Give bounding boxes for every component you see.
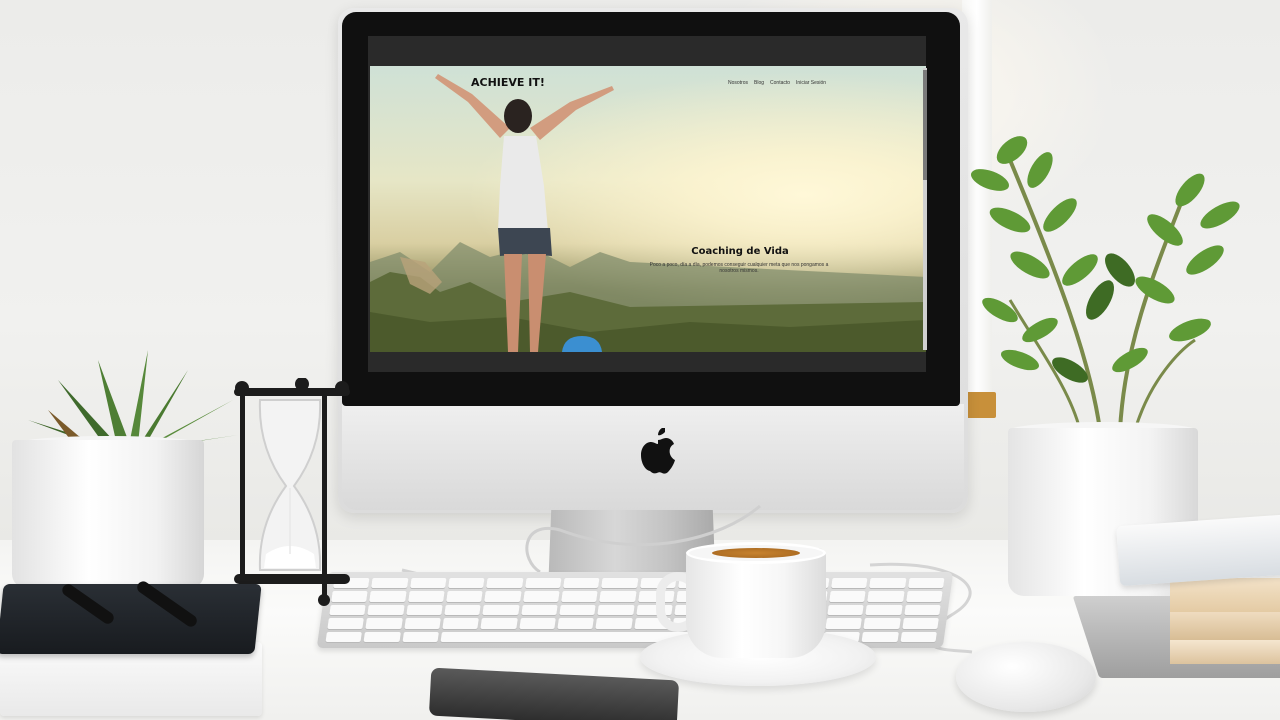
coffee-cup [686, 548, 826, 658]
apple-icon [638, 427, 678, 474]
book-stack-bottom [1170, 640, 1280, 664]
keyboard[interactable] [316, 572, 954, 648]
black-notebook [0, 584, 262, 654]
book-stack-middle [1170, 612, 1280, 640]
nav-item-login[interactable]: Iniciar Sesión [796, 80, 826, 86]
hero-subtitle: Poco a poco, día a día, podemos consegui… [649, 262, 829, 274]
coffee [712, 548, 800, 558]
mouse[interactable] [956, 642, 1096, 712]
hourglass [234, 378, 350, 606]
left-plant-pot [12, 440, 204, 588]
backpack [562, 336, 602, 352]
book-stack-top [1170, 578, 1280, 612]
zz-plant [970, 136, 1240, 431]
woman-silhouette [435, 74, 614, 352]
site-nav: Nosotros Blog Contacto Iniciar Sesión [728, 80, 826, 86]
nav-item-nosotros[interactable]: Nosotros [728, 80, 748, 86]
website-hero: ACHIEVE IT! Nosotros Blog Contacto Inici… [370, 66, 926, 352]
hero-heading: Coaching de Vida [691, 246, 789, 257]
site-logo[interactable]: ACHIEVE IT! [471, 76, 545, 89]
nav-item-blog[interactable]: Blog [754, 80, 764, 86]
open-book [1116, 513, 1280, 587]
nav-item-contacto[interactable]: Contacto [770, 80, 790, 86]
browser-scrollbar-thumb[interactable] [923, 70, 927, 180]
